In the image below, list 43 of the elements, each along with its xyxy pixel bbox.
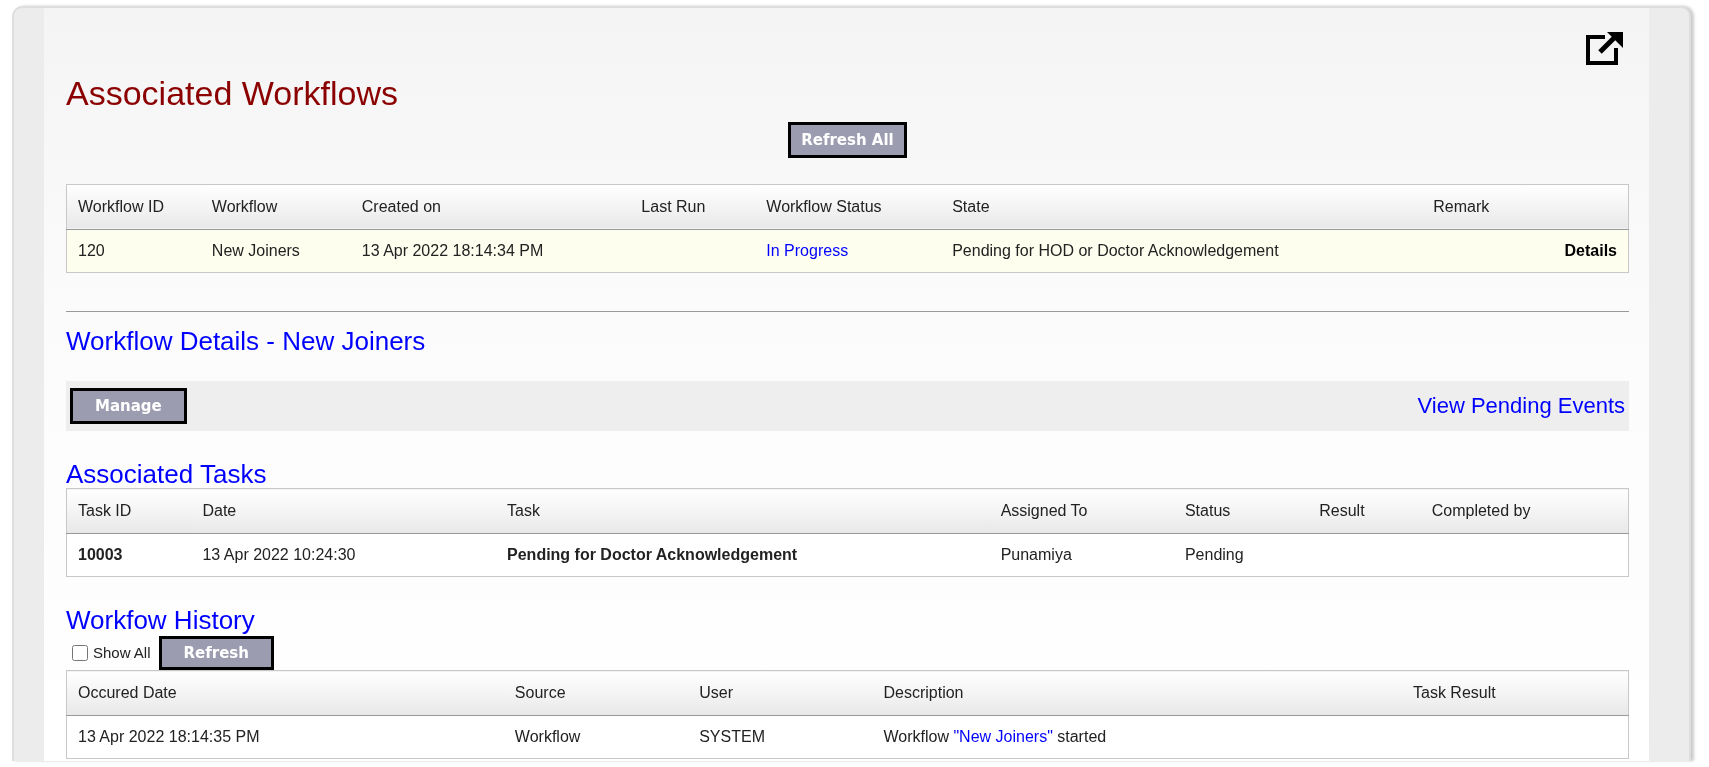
table-cell: Pending for HOD or Doctor Acknowledgement [952, 241, 1279, 259]
section-title: Workflow Details - New Joiners [66, 325, 427, 357]
column-header: Created on [361, 197, 441, 215]
column-header: User [699, 684, 733, 702]
column-header: Last Run [641, 197, 706, 215]
table-cell: 13 Apr 2022 18:14:34 PM [361, 241, 544, 259]
external-link-icon[interactable] [1585, 30, 1625, 66]
table-cell: Pending for Doctor Acknowledgement [507, 546, 798, 564]
column-header: State [952, 197, 990, 215]
show-all-checkbox[interactable] [72, 645, 88, 662]
column-header: Task [507, 502, 540, 520]
table-cell: Workflow [514, 728, 581, 746]
table-cell: SYSTEM [699, 728, 765, 746]
column-header: Workflow ID [78, 197, 164, 215]
column-header: Task Result [1413, 684, 1496, 702]
column-header: Occured Date [78, 684, 177, 702]
section-title: Workfow History [66, 605, 256, 637]
column-header: Description [883, 684, 964, 702]
column-header: Completed by [1431, 502, 1531, 520]
column-header: Status [1184, 502, 1231, 520]
table-cell: 10003 [78, 546, 123, 564]
workflow-link[interactable]: "New Joiners" [953, 728, 1053, 746]
column-header: Source [514, 684, 566, 702]
table-cell: 13 Apr 2022 18:14:35 PM [78, 728, 260, 746]
table-cell: Pending [1184, 546, 1244, 564]
page-title: Associated Workflows [66, 73, 399, 114]
checkbox-label: Show All [93, 643, 151, 664]
view-pending-events-link[interactable]: View Pending Events [1417, 389, 1625, 423]
status-link[interactable]: In Progress [766, 241, 849, 259]
column-header: Workflow Status [766, 197, 882, 215]
column-header: Assigned To [1000, 502, 1088, 520]
table-cell: 120 [78, 241, 105, 259]
column-header: Date [202, 502, 237, 520]
section-title: Associated Tasks [66, 459, 268, 491]
column-header: Remark [1433, 197, 1490, 215]
column-header: Workflow [211, 197, 278, 215]
description-text: Workflow "New Joiners" started [883, 728, 1107, 746]
details-link[interactable]: Details [1564, 241, 1617, 259]
column-header: Task ID [78, 502, 132, 520]
table-cell: 13 Apr 2022 10:24:30 [202, 546, 356, 564]
table-cell: Punamiya [1000, 546, 1072, 564]
column-header: Result [1319, 502, 1365, 520]
table-cell: New Joiners [211, 241, 300, 259]
